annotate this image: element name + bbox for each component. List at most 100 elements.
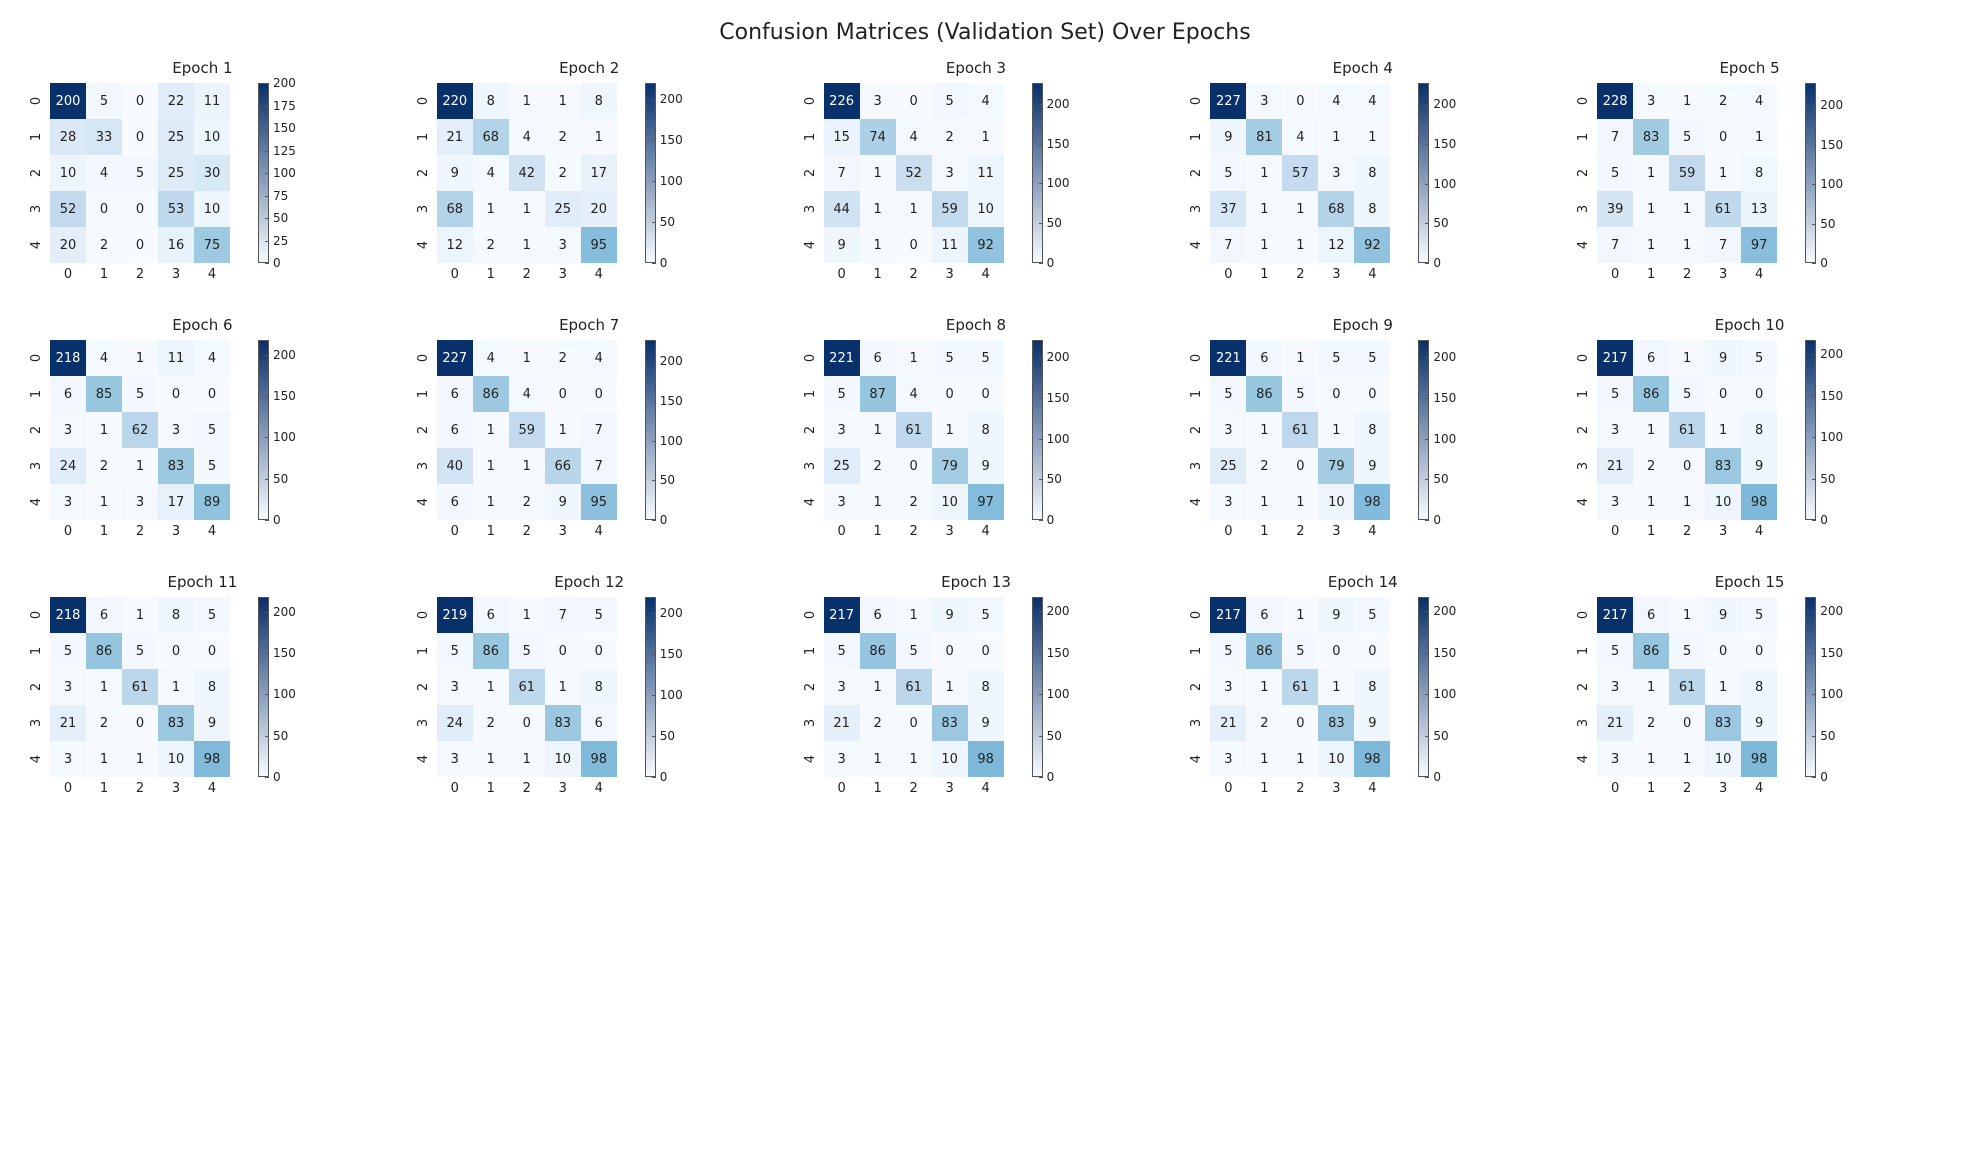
heatmap-cell: 0 — [1282, 83, 1318, 119]
heatmap-cell: 10 — [545, 741, 581, 777]
heatmap-cell: 0 — [932, 376, 968, 412]
heatmap-cell: 1 — [158, 669, 194, 705]
heatmap-cell: 5 — [50, 633, 86, 669]
heatmap-cell: 1 — [86, 741, 122, 777]
x-tick-labels: 01234 — [824, 524, 1167, 539]
x-tick-label: 0 — [50, 524, 86, 539]
y-tick-label: 0 — [1566, 94, 1602, 108]
subplot-title: Epoch 1 — [12, 59, 393, 77]
colorbar-tick-label: 100 — [1047, 176, 1070, 190]
heatmap-cell: 1 — [896, 741, 932, 777]
x-tick-label: 1 — [473, 267, 509, 282]
heatmap-cell: 10 — [932, 741, 968, 777]
heatmap-cell: 9 — [968, 448, 1004, 484]
heatmap-cell: 33 — [86, 119, 122, 155]
colorbar: 050100150200 — [1032, 83, 1097, 263]
x-tick-label: 4 — [581, 267, 617, 282]
heatmap-cell: 217 — [1597, 597, 1633, 633]
y-tick-label: 4 — [19, 238, 55, 252]
x-tick-labels: 01234 — [50, 781, 393, 796]
heatmap-cell: 83 — [932, 705, 968, 741]
heatmap-cell: 20 — [50, 227, 86, 263]
colorbar-tick-label: 25 — [273, 234, 288, 248]
x-tick-labels: 01234 — [1210, 267, 1553, 282]
heatmap-cell: 98 — [968, 741, 1004, 777]
colorbar-tick-label: 100 — [1047, 432, 1070, 446]
y-tick-label: 1 — [1566, 644, 1602, 658]
x-tick-label: 1 — [1633, 524, 1669, 539]
heatmap-cell: 2 — [545, 119, 581, 155]
colorbar-ticks: 050100150200 — [273, 597, 323, 777]
heatmap-cell: 0 — [194, 376, 230, 412]
colorbar-tick-label: 125 — [273, 144, 296, 158]
heatmap-cell: 66 — [545, 448, 581, 484]
x-tick-label: 0 — [1597, 267, 1633, 282]
heatmap-cell: 12 — [437, 227, 473, 263]
heatmap-cell: 1 — [1246, 741, 1282, 777]
x-tick-label: 0 — [437, 267, 473, 282]
heatmap-cell: 61 — [896, 669, 932, 705]
heatmap-cell: 5 — [194, 448, 230, 484]
heatmap-cell: 1 — [1633, 741, 1669, 777]
colorbar-tick-label: 150 — [1047, 646, 1070, 660]
heatmap-cell: 61 — [1705, 191, 1741, 227]
heatmap-cell: 1 — [509, 191, 545, 227]
heatmap-cell: 2 — [545, 155, 581, 191]
heatmap-cell: 8 — [581, 83, 617, 119]
heatmap-cell: 9 — [1705, 597, 1741, 633]
heatmap-cell: 1 — [860, 669, 896, 705]
heatmap-cell: 10 — [1705, 741, 1741, 777]
y-tick-label: 3 — [793, 716, 829, 730]
heatmap-cell: 1 — [1354, 119, 1390, 155]
heatmap-cell: 4 — [86, 340, 122, 376]
heatmap-cell: 3 — [50, 669, 86, 705]
x-tick-label: 0 — [50, 267, 86, 282]
subplot-title: Epoch 14 — [1172, 573, 1553, 591]
heatmap-cell: 1 — [1705, 412, 1741, 448]
colorbar-ticks: 050100150200 — [1047, 340, 1097, 520]
colorbar-tick-label: 150 — [1433, 137, 1456, 151]
heatmap-cell: 10 — [1705, 484, 1741, 520]
heatmap-cell: 0 — [1705, 376, 1741, 412]
y-tick-labels: 01234 — [1190, 340, 1204, 520]
y-tick-label: 2 — [793, 166, 829, 180]
heatmap-cell: 1 — [509, 448, 545, 484]
heatmap-cell: 3 — [932, 155, 968, 191]
colorbar-tick-label: 150 — [273, 646, 296, 660]
x-tick-label: 3 — [1318, 524, 1354, 539]
heatmap-cell: 86 — [86, 633, 122, 669]
heatmap-cell: 11 — [158, 340, 194, 376]
heatmap-cell: 3 — [1633, 83, 1669, 119]
heatmap: 221615558740031611825207993121097 — [824, 340, 1004, 520]
colorbar-tick-label: 200 — [660, 92, 683, 106]
x-tick-label: 1 — [1633, 781, 1669, 796]
y-tick-label: 1 — [19, 130, 55, 144]
heatmap-cell: 6 — [581, 705, 617, 741]
heatmap: 227304498141151573837116887111292 — [1210, 83, 1390, 263]
x-tick-label: 1 — [473, 781, 509, 796]
heatmap-cell: 86 — [473, 376, 509, 412]
x-tick-label: 3 — [1318, 267, 1354, 282]
colorbar-tick-label: 200 — [1820, 604, 1843, 618]
plot-row: 0123421961755865003161182420836311109805… — [417, 597, 780, 777]
heatmap-cell: 7 — [545, 597, 581, 633]
heatmap-cell: 37 — [1210, 191, 1246, 227]
heatmap: 218618558650031611821208393111098 — [50, 597, 230, 777]
y-tick-label: 1 — [19, 387, 55, 401]
heatmap-cell: 5 — [1210, 633, 1246, 669]
heatmap-cell: 9 — [1741, 448, 1777, 484]
subplot-heatmap: Epoch 1012342005022112833025101045253052… — [30, 59, 393, 282]
y-tick-label: 4 — [793, 495, 829, 509]
colorbar-tick-label: 200 — [1047, 604, 1070, 618]
x-tick-labels: 01234 — [1210, 781, 1553, 796]
heatmap-cell: 8 — [1354, 155, 1390, 191]
colorbar: 050100150200 — [258, 597, 323, 777]
heatmap-cell: 0 — [1669, 705, 1705, 741]
y-tick-label: 2 — [1179, 166, 1215, 180]
heatmap-cell: 3 — [1597, 484, 1633, 520]
colorbar-tick-label: 50 — [1047, 729, 1062, 743]
y-tick-label: 0 — [406, 351, 442, 365]
x-tick-label: 3 — [545, 524, 581, 539]
heatmap-cell: 1 — [545, 669, 581, 705]
heatmap-cell: 1 — [1318, 669, 1354, 705]
